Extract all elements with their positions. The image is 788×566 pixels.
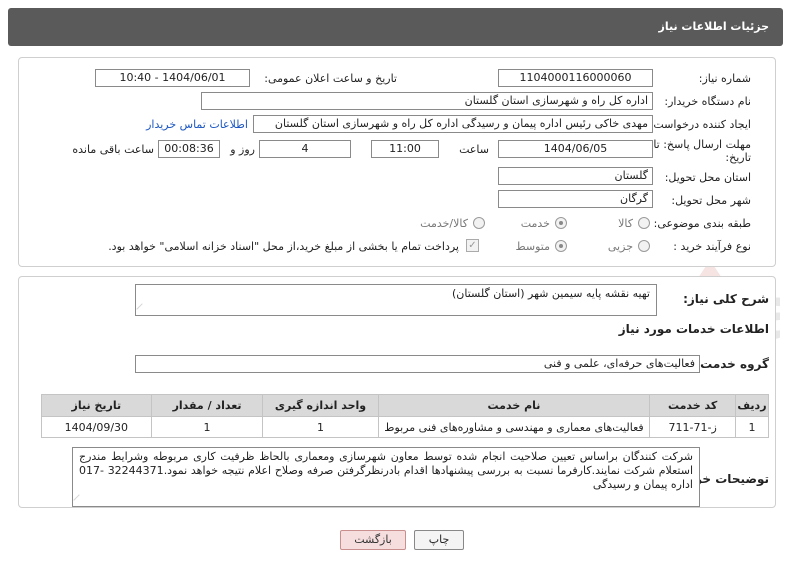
summary-label: شرح کلی نیاز: (683, 292, 769, 306)
resize-grip-icon[interactable] (136, 303, 148, 315)
remaining-time-field: 00:08:36 (158, 140, 220, 158)
services-table: ردیف کد خدمت نام خدمت واحد اندازه گیری ت… (41, 394, 770, 438)
announce-datetime-label: تاریخ و ساعت اعلان عمومی: (264, 72, 397, 85)
treasury-payment-checkbox[interactable]: ✓ (466, 239, 479, 252)
col-header-need-date: تاریخ نیاز (41, 394, 152, 417)
creator-label: ایجاد کننده درخواست: (649, 118, 751, 131)
need-number-field: 1104000116000060 (498, 69, 653, 87)
summary-textarea: تهیه نقشه پایه سیمین شهر (استان گلستان) (135, 284, 657, 316)
cell-service-name: فعالیت‌های معماری و مهندسی و مشاوره‌های … (377, 416, 651, 438)
treasury-payment-note: پرداخت تمام یا بخشی از مبلغ خرید،از محل … (108, 240, 459, 253)
deadline-date-label: تاریخ: (725, 151, 751, 164)
cell-row-num: 1 (734, 416, 770, 438)
city-field: گرگان (498, 190, 653, 208)
province-field: گلستان (498, 167, 653, 185)
category-option-goods: کالا (618, 217, 633, 230)
table-row: 1 ز-71-711 فعالیت‌های معماری و مهندسی و … (41, 416, 770, 438)
col-header-quantity: تعداد / مقدار (150, 394, 264, 417)
days-label: روز و (230, 143, 255, 156)
process-radio-medium[interactable] (555, 240, 567, 252)
cell-unit: 1 (262, 416, 379, 438)
service-group-label: گروه خدمت: (695, 357, 769, 371)
days-remaining-field: 4 (259, 140, 351, 158)
table-header-row: ردیف کد خدمت نام خدمت واحد اندازه گیری ت… (41, 394, 770, 417)
print-button[interactable]: چاپ (414, 530, 464, 550)
announce-datetime-field: 1404/06/01 - 10:40 (95, 69, 250, 87)
col-header-service-code: کد خدمت (649, 394, 736, 417)
back-button[interactable]: بازگشت (340, 530, 406, 550)
need-number-label: شماره نیاز: (698, 72, 751, 85)
page-title: جزئیات اطلاعات نیاز (658, 20, 770, 33)
city-label: شهر محل تحویل: (671, 194, 751, 207)
process-type-label: نوع فرآیند خرید : (673, 240, 751, 253)
buyer-org-label: نام دستگاه خریدار: (664, 95, 751, 108)
category-radio-goods[interactable] (638, 217, 650, 229)
remaining-time-label: ساعت باقی مانده (72, 143, 154, 156)
process-radio-minor[interactable] (638, 240, 650, 252)
buyer-contact-link[interactable]: اطلاعات تماس خریدار (146, 118, 248, 131)
deadline-label: مهلت ارسال پاسخ: تا (653, 138, 751, 151)
cell-need-date: 1404/09/30 (41, 416, 152, 438)
buyer-notes-textarea: شرکت کنندگان براساس تعیین صلاحیت انجام ش… (72, 447, 700, 507)
deadline-time-label: ساعت (459, 143, 489, 156)
category-radio-goods-service[interactable] (473, 217, 485, 229)
col-header-service-name: نام خدمت (377, 394, 651, 417)
col-header-unit: واحد اندازه گیری (262, 394, 379, 417)
col-header-row-num: ردیف (734, 394, 770, 417)
process-option-minor: جزیی (607, 240, 633, 253)
category-label: طبقه بندی موضوعی: (653, 217, 751, 230)
service-group-field: فعالیت‌های حرفه‌ای، علمی و فنی (135, 355, 700, 373)
cell-service-code: ز-71-711 (649, 416, 736, 438)
page-header: جزئیات اطلاعات نیاز (8, 8, 783, 46)
buyer-notes-text: شرکت کنندگان براساس تعیین صلاحیت انجام ش… (79, 450, 694, 491)
category-radio-service[interactable] (555, 217, 567, 229)
need-info-panel: شماره نیاز: 1104000116000060 تاریخ و ساع… (18, 57, 776, 267)
creator-field: مهدی خاکی رئیس اداره پیمان و رسیدگی ادار… (253, 115, 653, 133)
summary-text: تهیه نقشه پایه سیمین شهر (استان گلستان) (451, 287, 650, 300)
services-section-title: اطلاعات خدمات مورد نیاز (618, 322, 769, 336)
cell-quantity: 1 (150, 416, 264, 438)
category-option-goods-service: کالا/خدمت (420, 217, 468, 230)
process-option-medium: متوسط (515, 240, 550, 253)
province-label: استان محل تحویل: (664, 171, 751, 184)
deadline-time-field: 11:00 (371, 140, 439, 158)
notes-resize-grip-icon[interactable] (73, 494, 85, 506)
service-details-panel: شرح کلی نیاز: تهیه نقشه پایه سیمین شهر (… (18, 276, 776, 508)
category-option-service: خدمت (520, 217, 550, 230)
deadline-date-field: 1404/06/05 (498, 140, 653, 158)
buyer-org-field: اداره کل راه و شهرسازی استان گلستان (201, 92, 653, 110)
